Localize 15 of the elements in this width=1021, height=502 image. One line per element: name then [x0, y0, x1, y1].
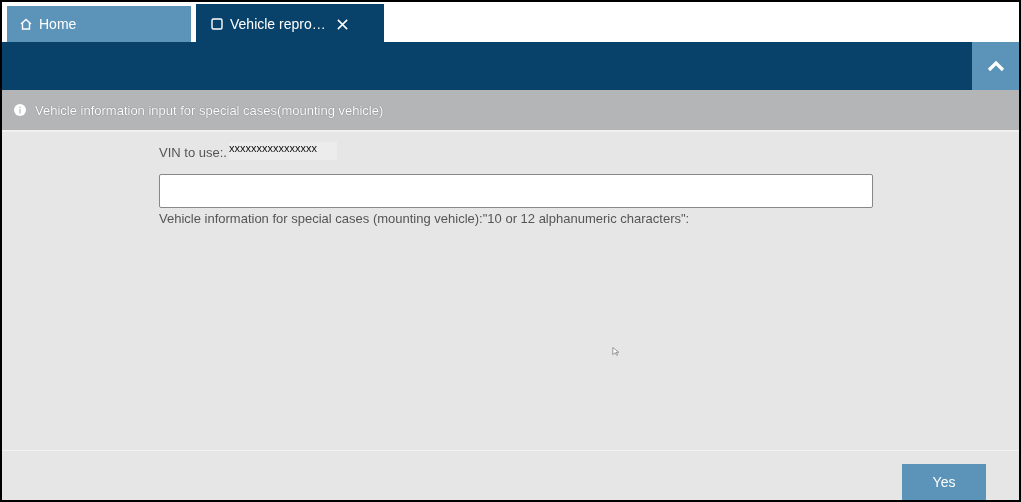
mouse-pointer-icon — [612, 346, 620, 357]
vin-value: xxxxxxxxxxxxxxxx — [228, 142, 337, 160]
collapse-button[interactable] — [972, 42, 1019, 90]
info-message: Vehicle information input for special cases(mounting vehicle) — [35, 102, 384, 118]
info-icon — [14, 104, 26, 116]
chevron-up-icon — [985, 59, 1006, 73]
input-label: Vehicle information for special cases (mounting vehicle):"10 or 12 alphanumeric characters": — [159, 211, 690, 226]
square-icon — [210, 17, 224, 31]
yes-button[interactable]: Yes — [902, 464, 986, 500]
tab[interactable]: Vehicle repro… — [196, 4, 384, 42]
input-field[interactable] — [159, 174, 873, 208]
vin-label: VIN to use:. — [159, 145, 227, 160]
close-icon[interactable] — [335, 17, 349, 31]
tab[interactable]: Home — [5, 4, 193, 42]
home-icon — [19, 17, 33, 31]
